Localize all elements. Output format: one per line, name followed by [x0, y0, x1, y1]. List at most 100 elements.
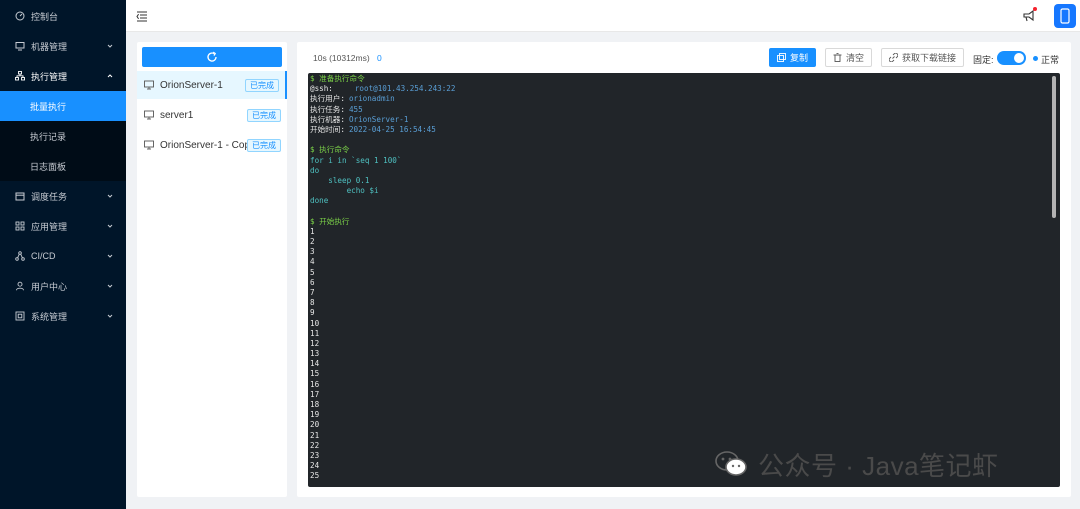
- user-icon: [15, 281, 25, 291]
- terminal-output-lines: 1 2 3 4 5 6 7 8 9 10 11 12 13 14 15 16 17 18 19 20 21 22 23 24 2…: [310, 227, 1060, 482]
- chevron-down-icon: [106, 192, 114, 200]
- cmd-line: done: [310, 196, 329, 206]
- host-name: OrionServer-1 - Copy: [160, 139, 256, 151]
- menu-schedule[interactable]: 调度任务: [0, 181, 126, 211]
- chevron-down-icon: [106, 312, 114, 320]
- output-line: 6: [310, 277, 315, 287]
- exec-duration: 10s (10312ms): [313, 53, 370, 63]
- output-line: 18: [310, 400, 320, 409]
- menu-dashboard[interactable]: 控制台: [0, 1, 126, 31]
- exec-output-panel: 10s (10312ms) 0 复制 清空 获取下载链接 固定: 正常 $ 准备…: [297, 42, 1071, 497]
- output-line: 19: [310, 410, 320, 420]
- terminal-prep-header: $ 准备执行命令: [310, 74, 365, 83]
- terminal-output[interactable]: $ 准备执行命令 @ssh: root@101.43.254.243:22 执行用…: [308, 73, 1060, 487]
- submenu-batch-exec[interactable]: 批量执行: [0, 91, 126, 121]
- submenu-exec-record[interactable]: 执行记录: [0, 121, 126, 151]
- menu-user-center[interactable]: 用户中心: [0, 271, 126, 301]
- status-badge: 已完成: [245, 79, 279, 92]
- host-list-panel: OrionServer-1 已完成 server1 已完成 OrionServe…: [137, 42, 287, 497]
- copy-button[interactable]: 复制: [769, 48, 817, 67]
- chevron-down-icon: [106, 42, 114, 50]
- user-value: orionadmin: [348, 94, 395, 104]
- ssh-key: @ssh:: [310, 84, 333, 94]
- menu-label: 应用管理: [31, 221, 68, 232]
- output-line: 11: [310, 328, 320, 338]
- menu-app[interactable]: 应用管理: [0, 211, 126, 241]
- ssh-value: root@101.43.254.243:22: [354, 84, 456, 94]
- dashboard-icon: [15, 11, 25, 21]
- download-link-button[interactable]: 获取下载链接: [881, 48, 965, 67]
- delete-icon: [833, 53, 842, 62]
- clear-button[interactable]: 清空: [825, 48, 873, 67]
- output-line: 1: [310, 226, 315, 236]
- start-key: 开始时间:: [310, 124, 345, 134]
- status-badge: 已完成: [247, 139, 281, 152]
- menu-label: 执行管理: [31, 71, 68, 82]
- host-item[interactable]: OrionServer-1 - Copy 已完成: [137, 131, 287, 159]
- reload-icon: [207, 51, 217, 62]
- menu-label: 系统管理: [31, 311, 68, 322]
- menu-machine[interactable]: 机器管理: [0, 31, 126, 61]
- appstore-icon: [15, 221, 25, 231]
- output-line: 21: [310, 430, 320, 440]
- output-line: 9: [310, 308, 315, 318]
- copy-label: 复制: [790, 53, 809, 63]
- copy-icon: [777, 53, 786, 62]
- output-line: 16: [310, 379, 320, 389]
- output-line: 3: [310, 247, 315, 257]
- machine-key: 执行机器:: [310, 114, 345, 124]
- wechat-icon: [714, 450, 748, 478]
- download-link-label: 获取下载链接: [902, 53, 957, 63]
- exec-submenu: 批量执行 执行记录 日志面板: [0, 91, 126, 181]
- desktop-icon: [144, 140, 154, 150]
- schedule-icon: [15, 191, 25, 201]
- host-item[interactable]: OrionServer-1 已完成: [137, 71, 287, 99]
- exit-code: 0: [377, 53, 382, 63]
- top-header: [126, 0, 1080, 32]
- chevron-down-icon: [106, 222, 114, 230]
- menu-system[interactable]: 系统管理: [0, 301, 126, 331]
- output-line: 10: [310, 318, 320, 328]
- monitor-icon: [15, 41, 25, 51]
- host-item[interactable]: server1 已完成: [137, 101, 287, 129]
- fixed-label: 固定:: [973, 55, 994, 65]
- submenu-log-panel[interactable]: 日志面板: [0, 151, 126, 181]
- status-text: 正常: [1041, 55, 1060, 65]
- chevron-down-icon: [106, 282, 114, 290]
- watermark: 公众号 · Java笔记虾: [714, 448, 999, 481]
- output-line: 8: [310, 298, 315, 308]
- clear-label: 清空: [846, 53, 865, 63]
- start-value: 2022-04-25 16:54:45: [348, 124, 436, 134]
- output-line: 15: [310, 369, 320, 379]
- cluster-icon: [15, 71, 25, 81]
- link-icon: [889, 53, 898, 62]
- desktop-icon: [144, 110, 154, 120]
- menu-fold-icon[interactable]: [136, 10, 148, 22]
- output-line: 4: [310, 257, 315, 267]
- output-line: 2: [310, 237, 315, 246]
- menu-cicd[interactable]: CI/CD: [0, 241, 126, 271]
- fixed-toggle[interactable]: [997, 51, 1026, 65]
- menu-label: 控制台: [31, 11, 59, 22]
- refresh-button[interactable]: [142, 47, 282, 67]
- menu-label: CI/CD: [31, 251, 56, 261]
- terminal-scrollbar[interactable]: [1052, 76, 1056, 218]
- menu-exec[interactable]: 执行管理: [0, 61, 126, 91]
- output-line: 7: [310, 287, 315, 297]
- machine-value: OrionServer-1: [348, 114, 409, 124]
- host-name: server1: [160, 109, 194, 121]
- cmd-line: sleep 0.1: [310, 175, 370, 185]
- output-line: 12: [310, 338, 320, 348]
- task-value: 455: [348, 104, 363, 114]
- host-name: OrionServer-1: [160, 79, 223, 91]
- device-icon[interactable]: [1054, 4, 1076, 28]
- notification-icon[interactable]: [1022, 9, 1036, 23]
- status-dot: [1033, 56, 1038, 61]
- setting-icon: [15, 311, 25, 321]
- terminal-run-header: $ 开始执行: [310, 216, 350, 226]
- desktop-icon: [144, 80, 154, 90]
- cmd-line: for i in `seq 1 100`: [310, 155, 402, 165]
- menu-label: 机器管理: [31, 41, 68, 52]
- output-line: 13: [310, 349, 320, 359]
- user-key: 执行用户:: [310, 94, 345, 104]
